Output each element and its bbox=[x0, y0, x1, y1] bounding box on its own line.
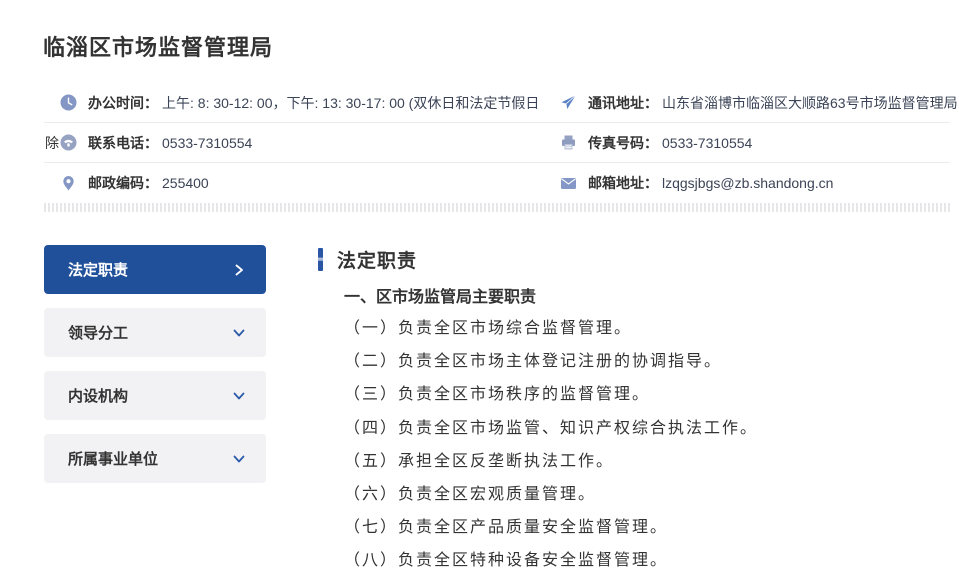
chevron-down-icon bbox=[232, 452, 246, 466]
chevron-down-icon bbox=[232, 389, 246, 403]
fax-label: 传真号码： bbox=[588, 133, 658, 153]
email-item: 邮箱地址： lzqgsjbgs@zb.shandong.cn bbox=[544, 173, 950, 193]
wrapped-text-fragment: 除 bbox=[45, 133, 59, 153]
contact-row: 除 联系电话： 0533-7310554 传真号码： 0533-7310554 bbox=[44, 123, 950, 163]
duty-item: （七）负责全区产品质量安全监督管理。 bbox=[344, 510, 950, 543]
duty-item: （五）承担全区反垄断执法工作。 bbox=[344, 444, 950, 477]
contact-row: 邮政编码： 255400 邮箱地址： lzqgsjbgs@zb.shandong… bbox=[44, 163, 950, 203]
office-hours-value: 上午: 8: 30-12: 00，下午: 13: 30-17: 00 (双休日和… bbox=[162, 93, 539, 113]
mail-icon bbox=[560, 175, 577, 192]
sidebar-nav: 法定职责 领导分工 内设机构 所属事业单位 bbox=[44, 245, 266, 575]
sidebar-item-statutory-duties[interactable]: 法定职责 bbox=[44, 245, 266, 294]
page-title: 临淄区市场监督管理局 bbox=[43, 30, 273, 62]
email-label: 邮箱地址： bbox=[588, 173, 658, 193]
page: 临淄区市场监督管理局 办公时间： 上午: 8: 30-12: 00，下午: 13… bbox=[0, 0, 959, 575]
phone-label: 联系电话： bbox=[88, 133, 158, 153]
printer-icon bbox=[560, 134, 577, 151]
phone-item: 除 联系电话： 0533-7310554 bbox=[44, 133, 544, 153]
contact-row: 办公时间： 上午: 8: 30-12: 00，下午: 13: 30-17: 00… bbox=[44, 83, 950, 123]
duties-list: （一）负责全区市场综合监督管理。 （二）负责全区市场主体登记注册的协调指导。 （… bbox=[344, 311, 950, 575]
postcode-value: 255400 bbox=[162, 175, 209, 191]
content-layout: 法定职责 领导分工 内设机构 所属事业单位 bbox=[44, 245, 950, 575]
duty-item: （六）负责全区宏观质量管理。 bbox=[344, 477, 950, 510]
sidebar-item-label: 内设机构 bbox=[68, 385, 128, 406]
send-icon bbox=[560, 94, 577, 111]
section-accent-bar bbox=[318, 248, 323, 271]
postcode-item: 邮政编码： 255400 bbox=[44, 173, 544, 193]
phone-value: 0533-7310554 bbox=[162, 135, 252, 151]
address-value: 山东省淄博市临淄区大顺路63号市场监督管理局 bbox=[662, 93, 958, 113]
office-hours-label: 办公时间： bbox=[88, 93, 158, 113]
address-label: 通讯地址： bbox=[588, 93, 658, 113]
duty-item: （八）负责全区特种设备安全监督管理。 bbox=[344, 543, 950, 575]
location-pin-icon bbox=[60, 175, 77, 192]
section-title: 法定职责 bbox=[337, 246, 417, 273]
main-content: 法定职责 一、区市场监管局主要职责 （一）负责全区市场综合监督管理。 （二）负责… bbox=[318, 245, 950, 575]
duty-item: （一）负责全区市场综合监督管理。 bbox=[344, 311, 950, 344]
fax-value: 0533-7310554 bbox=[662, 135, 752, 151]
sidebar-item-label: 法定职责 bbox=[68, 259, 128, 280]
email-value: lzqgsjbgs@zb.shandong.cn bbox=[662, 175, 833, 191]
section-header: 法定职责 bbox=[318, 246, 950, 273]
office-hours-item: 办公时间： 上午: 8: 30-12: 00，下午: 13: 30-17: 00… bbox=[44, 93, 544, 113]
chevron-down-icon bbox=[232, 326, 246, 340]
duties-subtitle: 一、区市场监管局主要职责 bbox=[344, 283, 950, 307]
sidebar-item-internal-bodies[interactable]: 内设机构 bbox=[44, 371, 266, 420]
duty-item: （二）负责全区市场主体登记注册的协调指导。 bbox=[344, 344, 950, 377]
clock-icon bbox=[60, 94, 77, 111]
fax-item: 传真号码： 0533-7310554 bbox=[544, 133, 950, 153]
contact-info-block: 办公时间： 上午: 8: 30-12: 00，下午: 13: 30-17: 00… bbox=[44, 83, 950, 212]
postcode-label: 邮政编码： bbox=[88, 173, 158, 193]
duty-item: （三）负责全区市场秩序的监督管理。 bbox=[344, 377, 950, 410]
duty-item: （四）负责全区市场监管、知识产权综合执法工作。 bbox=[344, 411, 950, 444]
sidebar-item-label: 领导分工 bbox=[68, 322, 128, 343]
sidebar-item-affiliated-institutions[interactable]: 所属事业单位 bbox=[44, 434, 266, 483]
address-item: 通讯地址： 山东省淄博市临淄区大顺路63号市场监督管理局 bbox=[544, 93, 958, 113]
striped-divider bbox=[44, 203, 950, 212]
sidebar-item-label: 所属事业单位 bbox=[68, 448, 158, 469]
chevron-right-icon bbox=[232, 263, 246, 277]
telephone-icon bbox=[60, 134, 77, 151]
sidebar-item-leadership-division[interactable]: 领导分工 bbox=[44, 308, 266, 357]
